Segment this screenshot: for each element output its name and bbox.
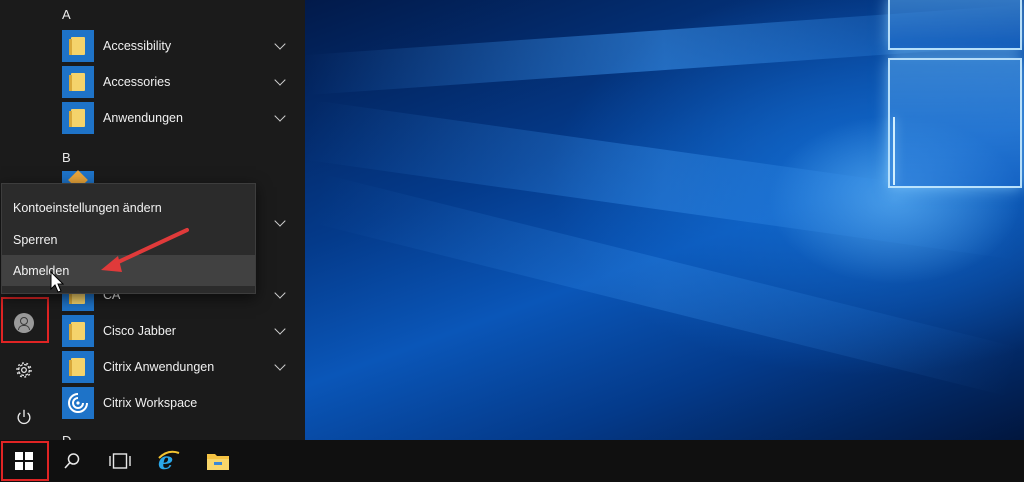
chevron-down-icon (274, 287, 286, 299)
search-button[interactable] (48, 440, 96, 482)
app-label: Anwendungen (103, 111, 183, 125)
start-button-highlight (1, 441, 49, 481)
app-item-accessibility[interactable]: Accessibility (62, 29, 302, 63)
folder-icon (62, 66, 94, 98)
account-context-menu: Kontoeinstellungen ändern Sperren Abmeld… (1, 183, 256, 294)
menu-item-lock[interactable]: Sperren (2, 224, 255, 255)
wallpaper-window-bottom (888, 58, 1022, 188)
task-view-icon (109, 453, 131, 469)
user-button-highlight (1, 297, 49, 343)
app-item-accessories[interactable]: Accessories (62, 65, 302, 99)
app-item-anwendungen[interactable]: Anwendungen (62, 101, 302, 135)
chevron-down-icon (274, 110, 286, 122)
folder-icon (62, 315, 94, 347)
chevron-down-icon (274, 215, 286, 227)
folder-icon (62, 102, 94, 134)
internet-explorer-button[interactable]: e (144, 440, 192, 482)
group-letter-d[interactable]: D (62, 433, 71, 440)
app-item-citrix-workspace[interactable]: Citrix Workspace (62, 386, 302, 420)
wallpaper-window-top (888, 0, 1022, 50)
gear-icon (16, 362, 32, 378)
folder-icon (62, 351, 94, 383)
app-label: Accessibility (103, 39, 172, 53)
chevron-down-icon (274, 74, 286, 86)
file-explorer-button[interactable] (194, 440, 242, 482)
app-label: Accessories (103, 75, 171, 89)
power-icon (17, 409, 31, 425)
app-label: Citrix Anwendungen (103, 360, 215, 374)
group-letter-a[interactable]: A (62, 7, 71, 22)
internet-explorer-icon: e (158, 448, 180, 474)
app-label: Cisco Jabber (103, 324, 176, 338)
app-item-cisco-jabber[interactable]: Cisco Jabber (62, 314, 302, 348)
settings-button[interactable] (0, 347, 48, 393)
chevron-down-icon (274, 38, 286, 50)
menu-item-change-account-settings[interactable]: Kontoeinstellungen ändern (2, 192, 255, 223)
chevron-down-icon (274, 359, 286, 371)
app-item-citrix-anwendungen[interactable]: Citrix Anwendungen (62, 350, 302, 384)
power-button[interactable] (0, 394, 48, 440)
search-icon (64, 453, 80, 469)
group-letter-b[interactable]: B (62, 150, 71, 165)
file-explorer-icon (207, 454, 229, 470)
citrix-workspace-icon (62, 387, 94, 419)
app-label: Citrix Workspace (103, 396, 198, 410)
task-view-button[interactable] (96, 440, 144, 482)
folder-icon (62, 30, 94, 62)
chevron-down-icon (274, 323, 286, 335)
taskbar: e (0, 440, 1024, 482)
menu-item-sign-out[interactable]: Abmelden (2, 255, 255, 286)
desktop-wallpaper (305, 0, 1024, 440)
